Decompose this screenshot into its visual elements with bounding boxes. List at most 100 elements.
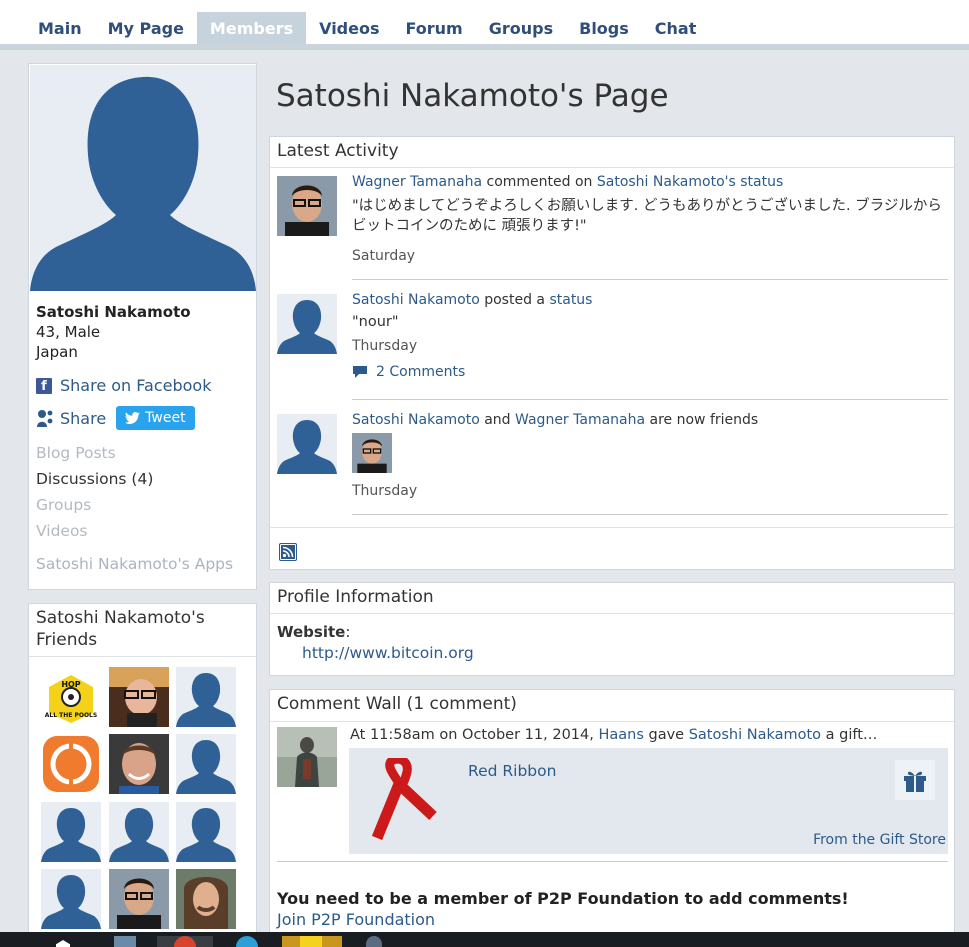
activity-thumb[interactable] <box>277 414 337 474</box>
comment-wall-box: Comment Wall (1 comment) At 11:58am on O… <box>269 689 955 943</box>
nav-tab-groups[interactable]: Groups <box>476 12 566 44</box>
activity-headline: Wagner Tamanaha commented on Satoshi Nak… <box>352 174 783 190</box>
os-taskbar <box>0 932 969 947</box>
nav-tab-members[interactable]: Members <box>196 12 307 44</box>
activity-actor-link[interactable]: Wagner Tamanaha <box>352 174 482 190</box>
share-facebook-label: Share on Facebook <box>60 376 212 395</box>
comment-wall-title: Comment Wall (1 comment) <box>277 694 517 714</box>
profile-information-title: Profile Information <box>277 587 434 607</box>
comment-bubble-icon <box>353 366 367 378</box>
comment-actor-link[interactable]: Haans <box>598 727 643 743</box>
default-avatar-icon <box>41 875 101 929</box>
activity-thumb[interactable] <box>277 294 337 354</box>
box-header-divider <box>270 613 954 614</box>
default-avatar-icon <box>277 420 337 474</box>
friend-avatar[interactable] <box>176 667 236 727</box>
box-header-divider <box>270 721 954 722</box>
gift-store-button[interactable] <box>895 760 935 800</box>
friend-avatar[interactable] <box>41 869 101 929</box>
friend-avatar[interactable] <box>41 734 101 794</box>
friends-card: Satoshi Nakamoto's Friends HOP ALL THE P… <box>28 603 257 943</box>
comment-author-avatar[interactable] <box>277 727 337 787</box>
friend-avatar[interactable] <box>109 802 169 862</box>
nav-tab-chat[interactable]: Chat <box>642 12 710 44</box>
haans-avatar-icon <box>277 727 337 787</box>
friend-avatar[interactable] <box>176 802 236 862</box>
website-label: Website <box>277 623 346 641</box>
default-avatar-icon <box>41 808 101 862</box>
twitter-bird-icon <box>125 412 141 424</box>
tweet-button[interactable]: Tweet <box>116 406 195 430</box>
app-icon[interactable] <box>300 936 322 947</box>
friend-avatar[interactable]: HOP ALL THE POOLS <box>41 667 101 727</box>
comment-suffix: a gift… <box>821 727 878 743</box>
activity-time: Thursday <box>352 483 418 499</box>
nav-tab-forum[interactable]: Forum <box>393 12 476 44</box>
join-link[interactable]: Join P2P Foundation <box>277 910 435 929</box>
wagner-photo-icon <box>352 433 392 473</box>
friend-avatar[interactable] <box>176 734 236 794</box>
activity-actor-link[interactable]: Satoshi Nakamoto <box>352 412 480 428</box>
activity-thumb[interactable] <box>277 176 337 236</box>
activity-target-link[interactable]: status <box>549 292 592 308</box>
default-avatar-icon <box>30 76 256 291</box>
website-link[interactable]: http://www.bitcoin.org <box>302 644 474 662</box>
nav-divider <box>0 44 969 50</box>
user-info: Satoshi Nakamoto 43, Male Japan <box>36 302 191 362</box>
activity-time: Thursday <box>352 338 418 354</box>
videos-link: Videos <box>36 522 88 540</box>
rss-feed-button[interactable] <box>279 543 297 561</box>
wagner-photo-icon <box>277 176 337 236</box>
app-icon[interactable] <box>366 936 382 947</box>
default-avatar-icon <box>176 808 236 862</box>
website-colon: : <box>345 623 351 641</box>
activity-actor-link[interactable]: Satoshi Nakamoto <box>352 292 480 308</box>
share-facebook-link[interactable]: f Share on Facebook <box>36 376 211 395</box>
svg-text:HOP: HOP <box>61 680 80 689</box>
comment-target-link[interactable]: Satoshi Nakamoto <box>689 727 821 743</box>
gift-card: Red Ribbon From the Gift Store <box>349 748 948 854</box>
discussions-link[interactable]: Discussions (4) <box>36 466 153 492</box>
friend-avatar[interactable] <box>109 869 169 929</box>
activity-suffix: are now friends <box>645 412 759 428</box>
activity-separator <box>352 514 948 515</box>
explorer-icon[interactable] <box>114 936 136 947</box>
activity-verb: and <box>479 412 516 428</box>
share-row: Share Tweet <box>36 406 195 430</box>
activity-headline: Satoshi Nakamoto posted a status <box>352 292 592 308</box>
friend-avatar[interactable] <box>41 802 101 862</box>
activity-status-text: "nour" <box>352 314 399 330</box>
page-title: Satoshi Nakamoto's Page <box>276 78 669 114</box>
profile-avatar[interactable] <box>30 65 256 291</box>
default-avatar-icon <box>176 673 236 727</box>
member-notice: You need to be a member of P2P Foundatio… <box>277 889 849 908</box>
friend-photo-icon <box>109 869 169 929</box>
friend-avatar[interactable] <box>109 667 169 727</box>
svg-text:ALL THE POOLS: ALL THE POOLS <box>45 712 97 719</box>
nav-tab-my-page[interactable]: My Page <box>95 12 197 44</box>
activity-time: Saturday <box>352 248 416 264</box>
friend-avatar[interactable] <box>176 869 236 929</box>
friend-thumb[interactable] <box>352 433 392 473</box>
friend-avatar[interactable] <box>109 734 169 794</box>
gift-name-link[interactable]: Red Ribbon <box>468 762 556 780</box>
box-footer-divider <box>270 527 954 528</box>
nav-tab-main[interactable]: Main <box>25 12 95 44</box>
activity-target-link[interactable]: Satoshi Nakamoto's status <box>597 174 783 190</box>
gift-store-link[interactable]: From the Gift Store <box>813 832 946 848</box>
default-avatar-icon <box>109 808 169 862</box>
nav-tab-videos[interactable]: Videos <box>306 12 392 44</box>
blog-posts-link: Blog Posts <box>36 444 116 462</box>
comments-link[interactable]: 2 Comments <box>352 364 465 380</box>
friends-title: Satoshi Nakamoto's Friends <box>36 608 205 650</box>
apps-link[interactable]: Satoshi Nakamoto's Apps <box>36 555 233 573</box>
comment-prefix: At 11:58am on October 11, 2014, <box>350 727 599 743</box>
activity-target-link[interactable]: Wagner Tamanaha <box>515 412 645 428</box>
activity-comment-text: "はじめましてどうぞよろしくお願いします. どうもありがとうございました. ブラ… <box>352 198 942 234</box>
default-avatar-icon <box>176 740 236 794</box>
coin-logo-icon <box>41 734 101 794</box>
friend-photo-icon <box>176 869 236 929</box>
share-link[interactable]: Share <box>60 409 106 428</box>
nav-tab-blogs[interactable]: Blogs <box>566 12 642 44</box>
rss-icon <box>281 545 295 559</box>
